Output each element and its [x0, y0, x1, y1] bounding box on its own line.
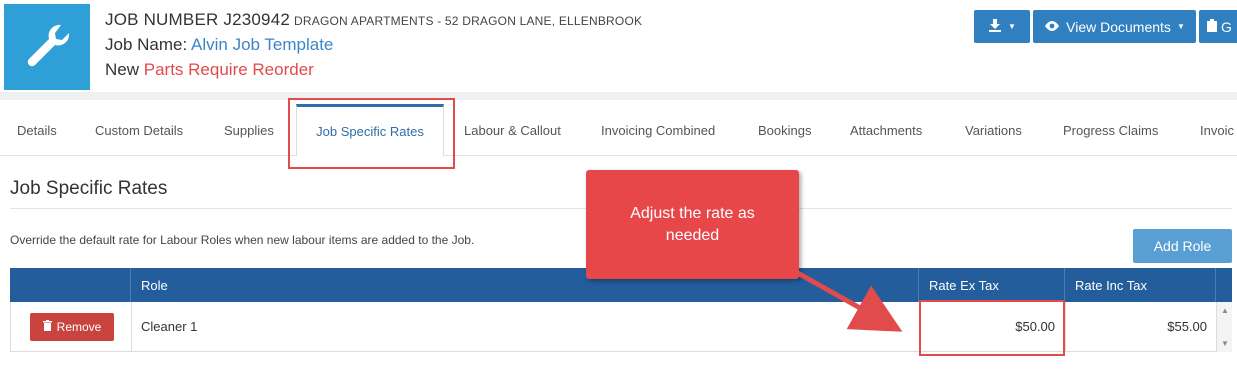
job-logo	[4, 4, 90, 90]
tab-supplies[interactable]: Supplies	[224, 104, 274, 156]
rate-ex-tax-input[interactable]: $50.00	[920, 302, 1066, 351]
scroll-up-icon[interactable]: ▲	[1221, 306, 1229, 315]
eye-icon	[1044, 19, 1060, 35]
role-cell: Cleaner 1	[132, 302, 920, 351]
annotation-callout: Adjust the rate as needed	[586, 170, 799, 279]
job-status-value: Parts Require Reorder	[143, 60, 314, 79]
view-documents-label: View Documents	[1066, 18, 1171, 35]
action-cell: Remove	[11, 302, 132, 351]
wrench-icon	[21, 19, 73, 76]
table-scrollbar[interactable]: ▲ ▼	[1216, 302, 1232, 352]
column-header-role[interactable]: Role	[131, 268, 919, 302]
tab-bookings[interactable]: Bookings	[758, 104, 811, 156]
tab-variations[interactable]: Variations	[965, 104, 1022, 156]
add-role-button[interactable]: Add Role	[1133, 229, 1232, 263]
tab-invoicing-combined[interactable]: Invoicing Combined	[601, 104, 715, 156]
chevron-down-icon: ▼	[1176, 22, 1185, 31]
tab-progress-claims[interactable]: Progress Claims	[1063, 104, 1158, 156]
tab-attachments[interactable]: Attachments	[850, 104, 922, 156]
document-button-label: G	[1221, 18, 1232, 35]
remove-label: Remove	[56, 319, 102, 334]
rate-inc-tax-input[interactable]: $55.00	[1066, 302, 1217, 351]
download-button[interactable]: ▼	[974, 10, 1030, 43]
tab-labour-callout[interactable]: Labour & Callout	[464, 104, 561, 156]
tab-custom-details[interactable]: Custom Details	[95, 104, 183, 156]
remove-button[interactable]: Remove	[30, 312, 114, 341]
job-status-line: New Parts Require Reorder	[105, 60, 642, 80]
tab-job-specific-rates[interactable]: Job Specific Rates	[296, 104, 444, 156]
column-header-action	[10, 268, 131, 302]
clipboard-icon	[1207, 18, 1217, 35]
tab-details[interactable]: Details	[17, 104, 57, 156]
section-description: Override the default rate for Labour Rol…	[10, 233, 475, 247]
table-row: Remove Cleaner 1 $50.00 $55.00	[10, 302, 1232, 352]
trash-icon	[42, 319, 52, 334]
header-divider	[0, 92, 1237, 100]
job-name-line: Job Name: Alvin Job Template	[105, 35, 642, 55]
job-status-label: New	[105, 60, 140, 79]
column-header-rate-ex-tax[interactable]: Rate Ex Tax	[919, 268, 1065, 302]
job-address: DRAGON APARTMENTS - 52 DRAGON LANE, ELLE…	[294, 14, 643, 28]
column-header-rate-inc-tax[interactable]: Rate Inc Tax	[1065, 268, 1216, 302]
document-button[interactable]: G	[1199, 10, 1237, 43]
download-icon	[988, 18, 1002, 35]
tab-bar: Details Custom Details Supplies Job Spec…	[0, 104, 1237, 156]
job-number-line: JOB NUMBER J230942 DRAGON APARTMENTS - 52…	[105, 10, 642, 30]
job-number: JOB NUMBER J230942	[105, 10, 291, 29]
job-name-link[interactable]: Alvin Job Template	[191, 35, 333, 54]
job-name-label: Job Name:	[105, 35, 188, 54]
scroll-down-icon[interactable]: ▼	[1221, 339, 1229, 348]
rates-table: Role Rate Ex Tax Rate Inc Tax Remove Cle…	[10, 268, 1232, 352]
job-header: JOB NUMBER J230942 DRAGON APARTMENTS - 52…	[0, 0, 1237, 92]
view-documents-button[interactable]: View Documents ▼	[1033, 10, 1196, 43]
tab-invoices[interactable]: Invoic	[1200, 104, 1234, 156]
chevron-down-icon: ▼	[1008, 22, 1016, 31]
section-title: Job Specific Rates	[10, 178, 168, 199]
